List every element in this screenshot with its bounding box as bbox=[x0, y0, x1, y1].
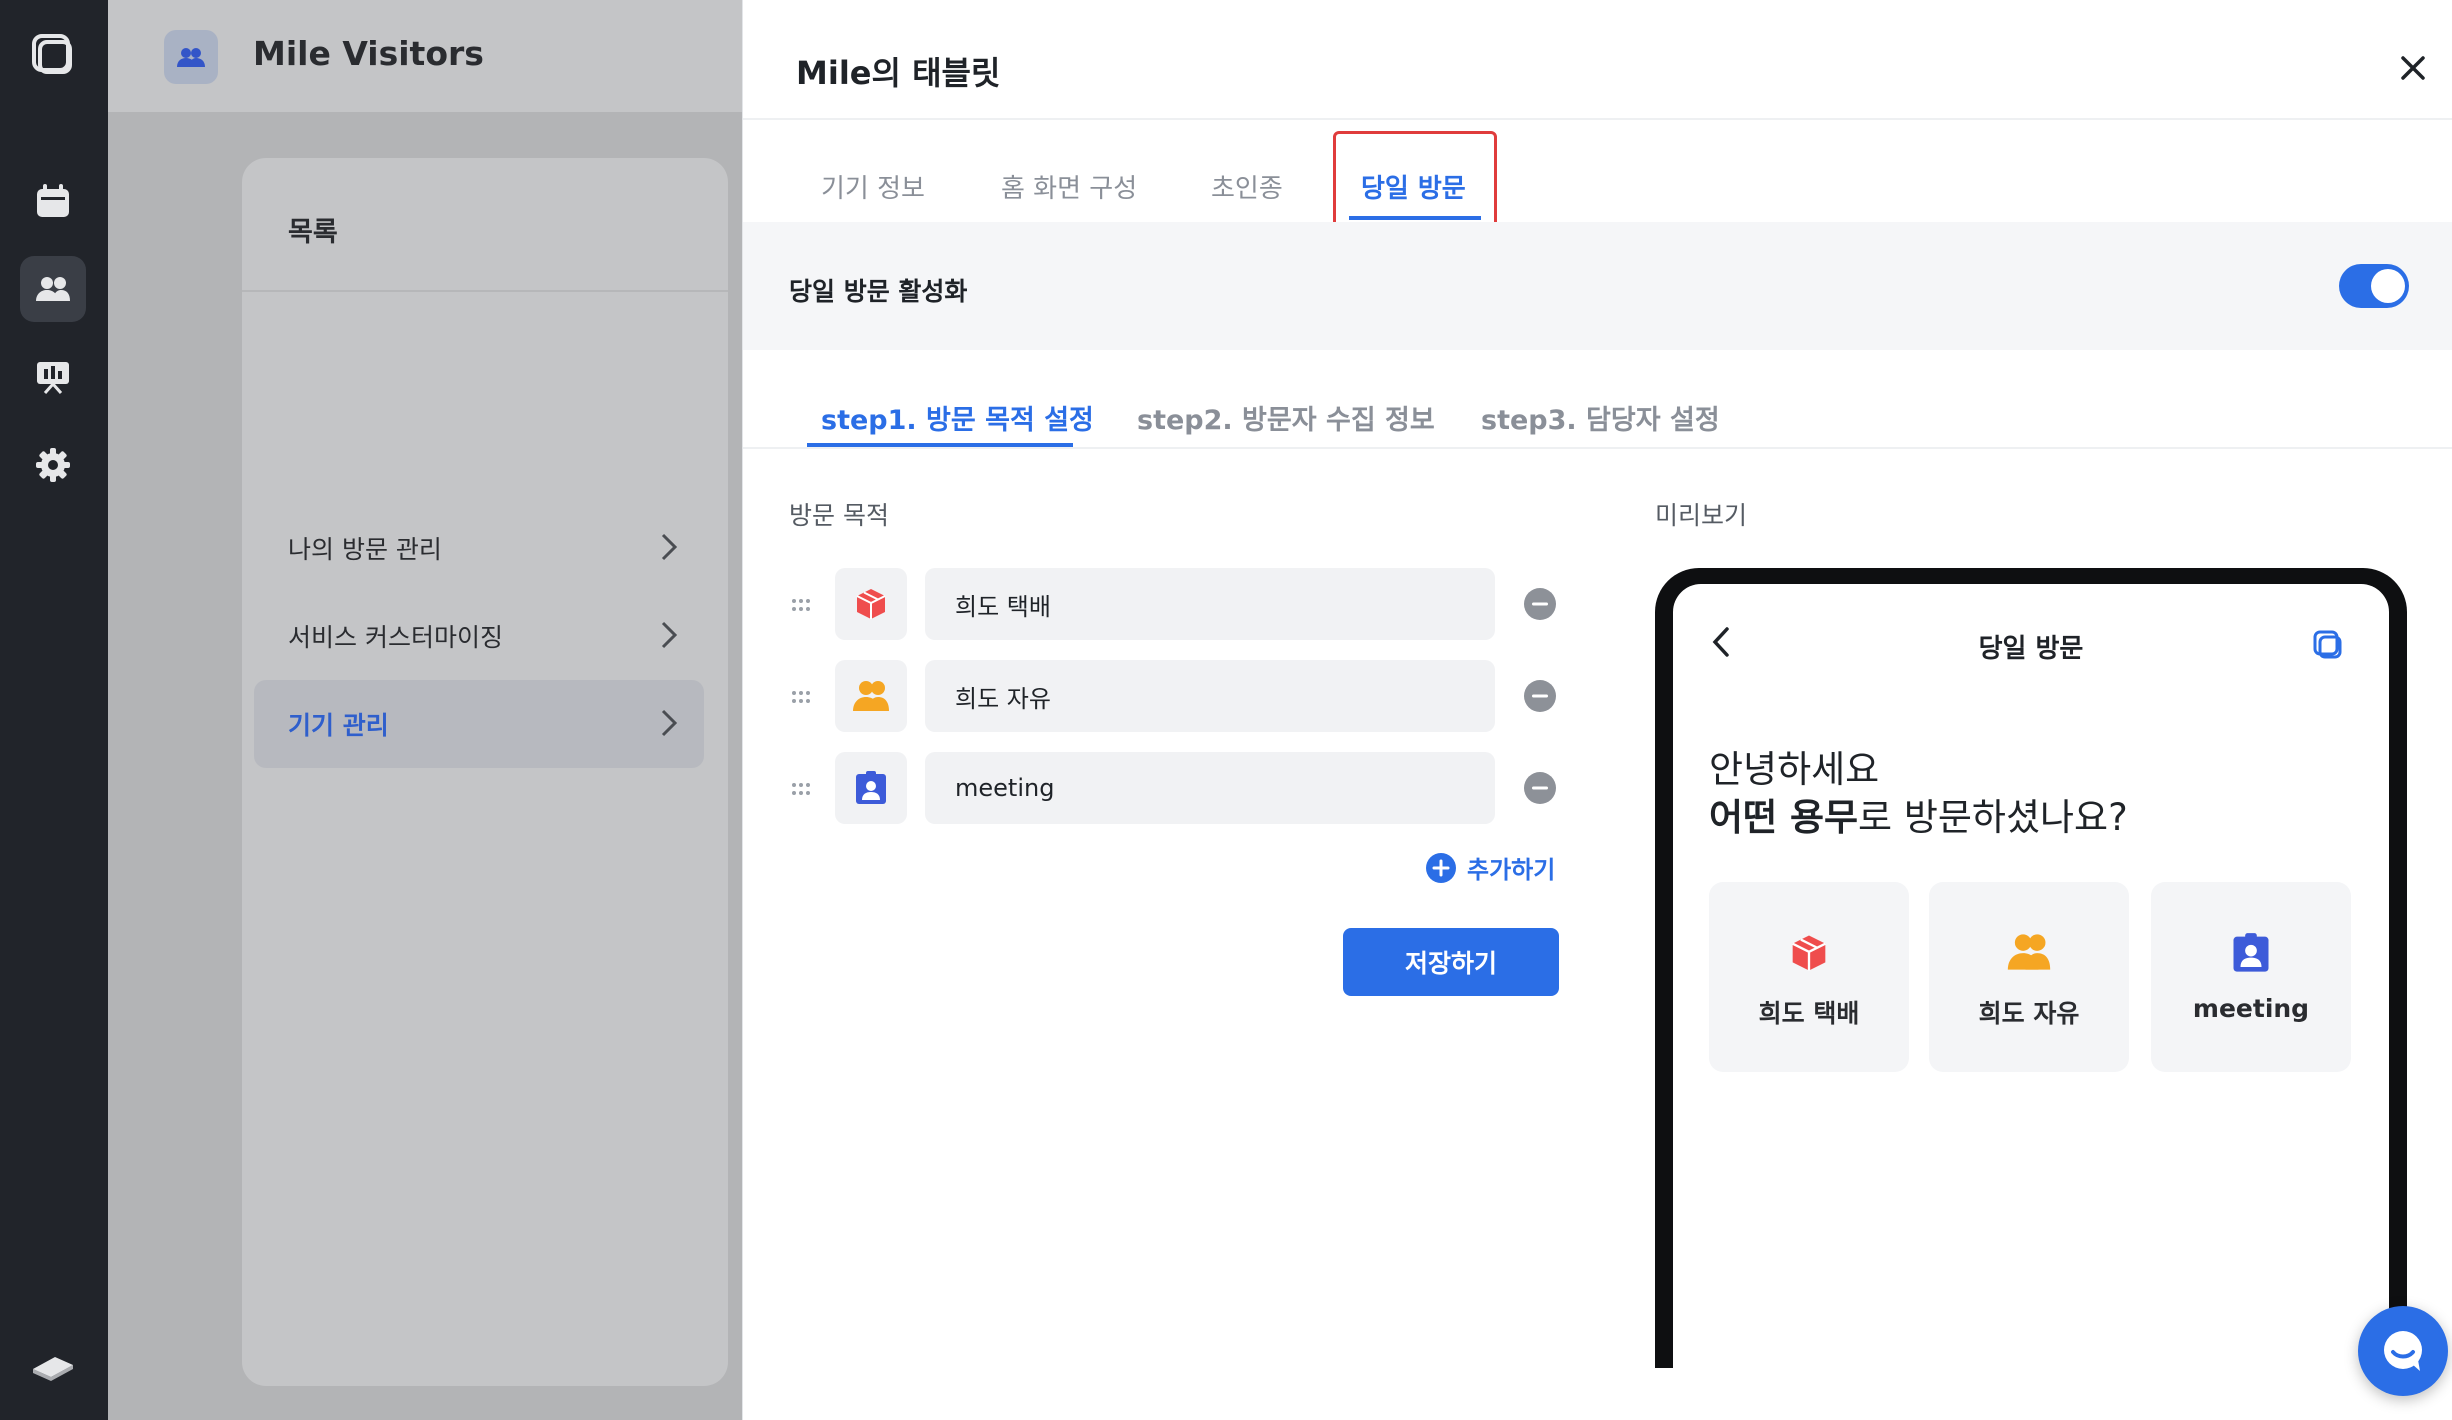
preview-card-label: 희도 자유 bbox=[1978, 999, 2080, 1028]
drag-handle-icon[interactable] bbox=[791, 598, 811, 612]
greeting-rest: 로 방문하셨나요? bbox=[1858, 796, 2128, 839]
chevron-right-icon bbox=[661, 533, 678, 561]
chat-support-button[interactable] bbox=[2358, 1306, 2448, 1396]
plus-circle-icon bbox=[1426, 852, 1456, 883]
greeting-line1: 안녕하세요 bbox=[1709, 748, 1880, 791]
activation-row: 당일 방문 활성화 bbox=[743, 222, 2452, 350]
preview-section-label: 미리보기 bbox=[1655, 501, 1748, 530]
menu-item-label: 나의 방문 관리 bbox=[288, 535, 442, 564]
presentation-icon[interactable] bbox=[20, 344, 86, 410]
preview-purpose-card: 희도 택배 bbox=[1709, 882, 1909, 1072]
preview-title: 당일 방문 bbox=[1978, 634, 2084, 664]
purpose-icon-picker[interactable] bbox=[835, 660, 907, 732]
app-header: Mile Visitors bbox=[108, 0, 742, 112]
menu-item-customizing[interactable]: 서비스 커스터마이징 bbox=[254, 592, 704, 680]
menu-card: 목록 나의 방문 관리 서비스 커스터마이징 기기 관리 bbox=[242, 158, 728, 1386]
add-purpose-label: 추가하기 bbox=[1467, 856, 1556, 884]
visitors-badge-icon bbox=[164, 30, 218, 84]
greeting-line2: 어떤 용무로 방문하셨나요? bbox=[1709, 794, 2128, 842]
preview-greeting: 안녕하세요 어떤 용무로 방문하셨나요? bbox=[1709, 746, 2128, 842]
drag-handle-icon[interactable] bbox=[791, 690, 811, 704]
step-tab-host[interactable]: step3. 담당자 설정 bbox=[1481, 398, 1720, 437]
preview-card-label: 희도 택배 bbox=[1758, 999, 1860, 1028]
dimmed-backdrop: Mile Visitors 목록 나의 방문 관리 서비스 커스터마이징 기기 … bbox=[108, 0, 742, 1420]
badge-icon bbox=[856, 771, 886, 804]
greeting-bold: 어떤 용무 bbox=[1709, 796, 1859, 839]
purpose-input[interactable]: 희도 자유 bbox=[925, 660, 1495, 732]
left-nav-rail bbox=[0, 0, 108, 1420]
purpose-icon-picker[interactable] bbox=[835, 568, 907, 640]
badge-icon bbox=[2233, 933, 2269, 972]
toggle-knob bbox=[2371, 269, 2405, 303]
tab-device-info[interactable]: 기기 정보 bbox=[821, 168, 925, 205]
purpose-icon-picker[interactable] bbox=[835, 752, 907, 824]
divider bbox=[743, 118, 2452, 120]
remove-circle-icon[interactable] bbox=[1523, 679, 1557, 713]
tab-active-underline bbox=[1349, 216, 1481, 220]
calendar-icon[interactable] bbox=[20, 168, 86, 234]
chevron-right-icon bbox=[661, 621, 678, 649]
app-title: Mile Visitors bbox=[253, 34, 484, 73]
package-icon bbox=[856, 589, 886, 619]
divider bbox=[743, 447, 2452, 449]
menu-item-device-management[interactable]: 기기 관리 bbox=[254, 680, 704, 768]
preview-purpose-card: meeting bbox=[2151, 882, 2351, 1072]
remove-circle-icon[interactable] bbox=[1523, 587, 1557, 621]
close-icon[interactable] bbox=[2395, 50, 2431, 86]
menu-item-label: 기기 관리 bbox=[288, 711, 389, 740]
purpose-input[interactable]: 희도 택배 bbox=[925, 568, 1495, 640]
preview-purpose-card: 희도 자유 bbox=[1929, 882, 2129, 1072]
people-icon bbox=[853, 681, 889, 711]
settings-icon[interactable] bbox=[20, 432, 86, 498]
chat-bubble-icon bbox=[2384, 1331, 2422, 1371]
save-button[interactable]: 저장하기 bbox=[1343, 928, 1559, 996]
tab-home-layout[interactable]: 홈 화면 구성 bbox=[1001, 168, 1137, 205]
step-tab-purpose[interactable]: step1. 방문 목적 설정 bbox=[821, 398, 1094, 437]
menu-title: 목록 bbox=[242, 158, 728, 292]
visitors-icon[interactable] bbox=[20, 256, 86, 322]
add-purpose-button[interactable]: 추가하기 bbox=[1425, 850, 1555, 885]
purpose-input[interactable]: meeting bbox=[925, 752, 1495, 824]
preview-device-frame: 당일 방문 안녕하세요 어떤 용무로 방문하셨나요? 희도 택배 희도 자유 m… bbox=[1655, 568, 2407, 1368]
drag-handle-icon[interactable] bbox=[791, 782, 811, 796]
app-logo-icon[interactable] bbox=[20, 22, 86, 88]
book-icon[interactable] bbox=[20, 1330, 86, 1396]
people-icon bbox=[2007, 934, 2051, 970]
chevron-right-icon bbox=[661, 709, 678, 737]
tab-doorbell[interactable]: 초인종 bbox=[1211, 168, 1283, 205]
activation-label: 당일 방문 활성화 bbox=[789, 277, 968, 306]
preview-card-label: meeting bbox=[2192, 994, 2310, 1023]
step-tab-visitor-info[interactable]: step2. 방문자 수집 정보 bbox=[1137, 398, 1435, 437]
purpose-section-label: 방문 목적 bbox=[789, 501, 889, 530]
app-logo-icon bbox=[2313, 630, 2342, 659]
device-settings-panel: Mile의 태블릿 기기 정보 홈 화면 구성 초인종 당일 방문 당일 방문 … bbox=[742, 0, 2452, 1420]
menu-item-label: 서비스 커스터마이징 bbox=[288, 623, 503, 652]
package-icon bbox=[1792, 935, 1826, 971]
menu-item-my-visits[interactable]: 나의 방문 관리 bbox=[254, 504, 704, 592]
remove-circle-icon[interactable] bbox=[1523, 771, 1557, 805]
preview-screen: 당일 방문 안녕하세요 어떤 용무로 방문하셨나요? 희도 택배 희도 자유 m… bbox=[1673, 584, 2389, 1368]
activation-toggle[interactable] bbox=[2339, 264, 2409, 308]
panel-title: Mile의 태블릿 bbox=[796, 54, 1001, 92]
